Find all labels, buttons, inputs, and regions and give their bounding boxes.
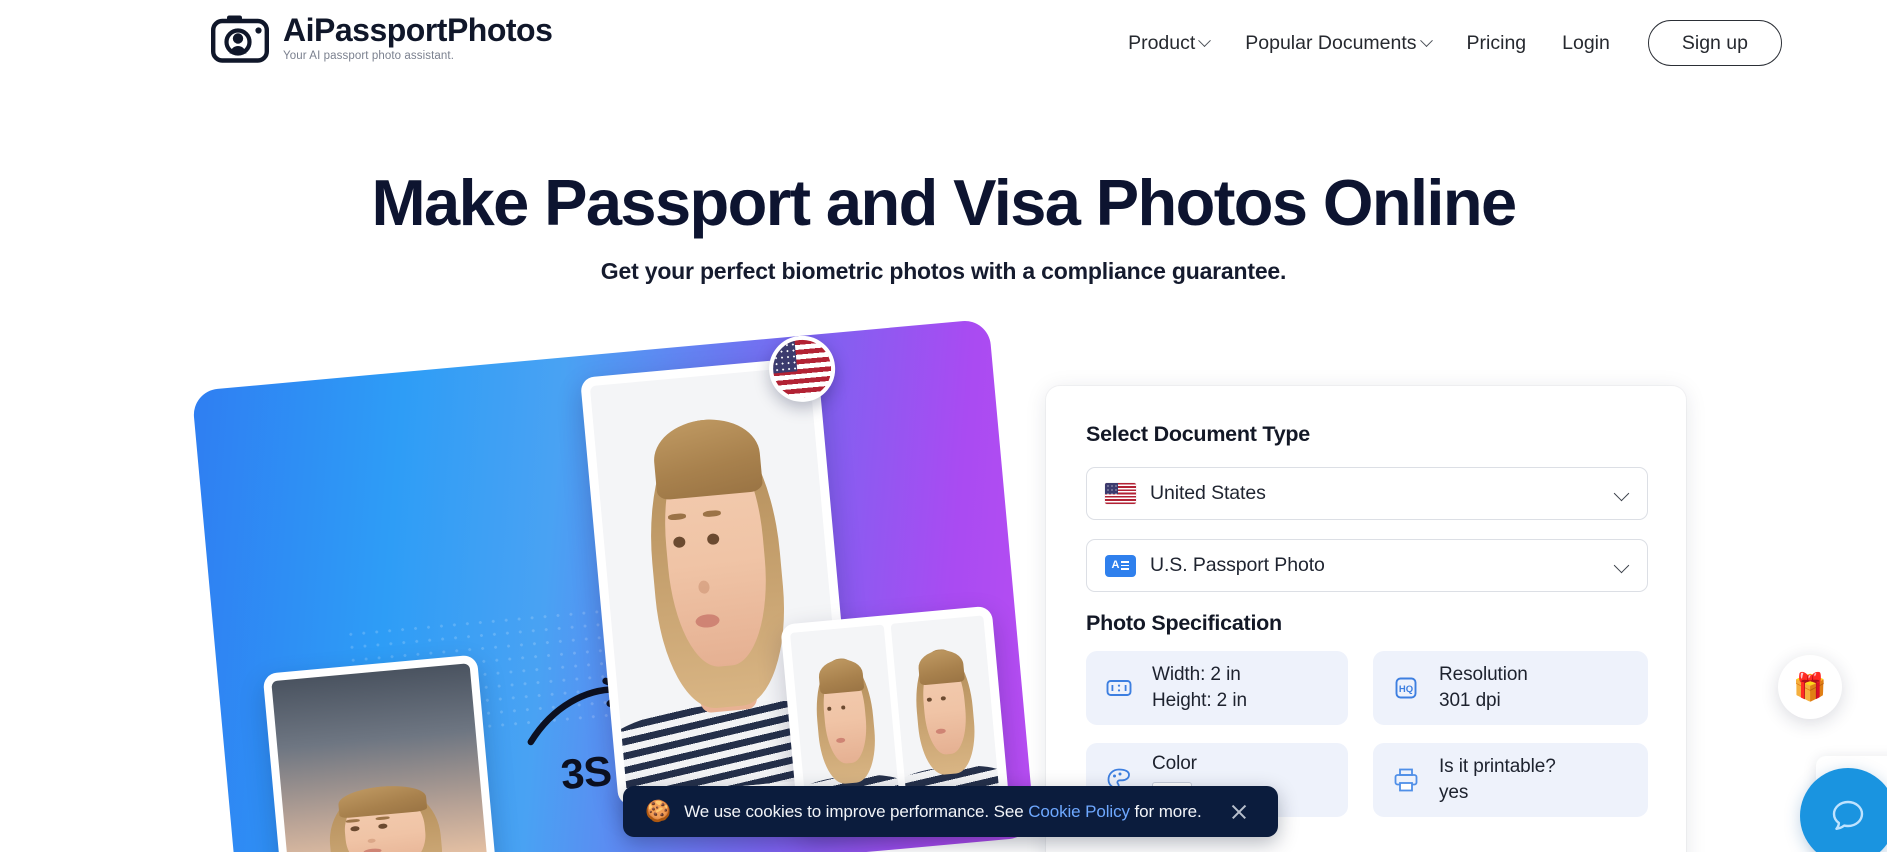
country-select[interactable]: United States [1086,467,1648,520]
hq-resolution-icon: HQ [1395,677,1417,699]
page-title: Make Passport and Visa Photos Online [371,166,1517,239]
us-flag-icon [1105,483,1136,504]
gift-icon: 🎁 [1793,672,1827,702]
chat-bubble-icon [1832,800,1864,830]
document-selection-panel: Select Document Type United States A U.S… [1046,386,1686,852]
hero-illustration: 3S [191,318,1036,852]
landing-page: AiPassportPhotos Your AI passport photo … [0,0,1887,852]
select-document-type-label: Select Document Type [1086,422,1310,446]
signup-button[interactable]: Sign up [1647,19,1782,67]
chat-support-button[interactable] [1800,768,1887,852]
spec-card-dimensions: Width: 2 in Height: 2 in [1086,651,1348,725]
photo-specification-label: Photo Specification [1086,611,1282,635]
nav-item-popular-documents[interactable]: Popular Documents [1245,24,1433,63]
site-header: AiPassportPhotos Your AI passport photo … [0,0,1887,86]
camera-icon [211,15,269,63]
nav-label-login: Login [1562,31,1610,54]
dimensions-icon [1106,680,1132,696]
gift-promo-button[interactable]: 🎁 [1778,655,1842,719]
chevron-down-icon [1613,485,1630,502]
close-icon[interactable] [1229,802,1249,822]
chevron-down-icon [1613,557,1630,574]
us-flag-icon [766,332,838,405]
cookie-text-after: for more. [1134,801,1202,821]
before-photo-card [262,654,502,852]
spec-resolution-label: Resolution [1439,663,1528,685]
nav-label-pricing: Pricing [1466,31,1527,54]
processing-time-badge: 3S [558,746,614,799]
spec-card-resolution: HQ Resolution 301 dpi [1373,651,1648,725]
nav-item-login[interactable]: Login [1562,24,1610,63]
chevron-down-icon [1198,33,1212,47]
document-type-select-value: U.S. Passport Photo [1150,554,1325,576]
nav-item-pricing[interactable]: Pricing [1467,24,1527,63]
cookie-banner-text: We use cookies to improve performance. S… [684,802,1202,822]
cookie-text-before: We use cookies to improve performance. S… [684,801,1024,821]
svg-text:HQ: HQ [1399,684,1413,695]
spec-height-value: Height: 2 in [1152,690,1247,711]
brand-tagline: Your AI passport photo assistant. [283,49,455,62]
spec-width-value: Width: 2 in [1152,663,1241,685]
spec-card-printable: Is it printable? yes [1373,743,1648,817]
nav-label-popular-documents: Popular Documents [1245,31,1417,54]
document-type-select[interactable]: A U.S. Passport Photo [1086,539,1648,592]
spec-resolution-value: 301 dpi [1439,690,1501,711]
cookie-policy-link[interactable]: Cookie Policy [1028,802,1130,821]
chevron-down-icon [1419,33,1433,47]
spec-color-label: Color [1152,753,1197,775]
country-select-value: United States [1150,482,1266,504]
main-navigation: Product Popular Documents Pricing Login … [1128,0,1782,86]
page-subtitle: Get your perfect biometric photos with a… [600,258,1287,284]
brand-logo[interactable]: AiPassportPhotos Your AI passport photo … [211,12,553,63]
cookie-icon: 🍪 [645,800,672,823]
spec-printable-label: Is it printable? [1439,755,1556,777]
id-card-icon: A [1105,554,1136,577]
cookie-consent-banner: 🍪 We use cookies to improve performance.… [623,786,1278,837]
brand-name: AiPassportPhotos [283,12,553,49]
nav-item-product[interactable]: Product [1128,24,1212,63]
nav-label-product: Product [1128,31,1196,54]
spec-printable-value: yes [1439,782,1469,803]
printer-icon [1394,768,1418,792]
